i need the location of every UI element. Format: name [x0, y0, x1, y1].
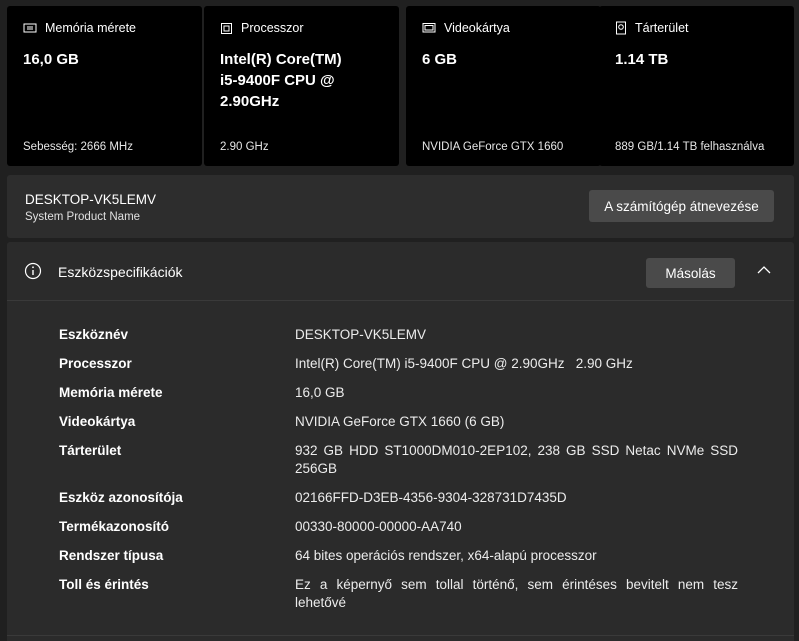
memory-card-value: 16,0 GB: [23, 51, 79, 68]
graphics-card-icon: [422, 23, 436, 33]
spec-row-device-id: Eszköz azonosítója 02166FFD-D3EB-4356-93…: [59, 489, 739, 507]
device-name: DESKTOP-VK5LEMV: [25, 192, 157, 207]
graphics-card: Videokártya 6 GB NVIDIA GeForce GTX 1660: [406, 6, 601, 166]
chevron-up-icon[interactable]: [757, 265, 771, 274]
graphics-card-sub: NVIDIA GeForce GTX 1660: [422, 141, 564, 153]
spec-label: Rendszer típusa: [59, 548, 164, 563]
memory-card-sub: Sebesség: 2666 MHz: [23, 141, 133, 153]
spec-value: 16,0 GB: [295, 385, 345, 400]
storage-card-value: 1.14 TB: [615, 51, 669, 68]
spec-label: Memória mérete: [59, 385, 163, 400]
graphics-card-header: Videokártya: [422, 21, 510, 35]
device-name-bar: DESKTOP-VK5LEMV System Product Name A sz…: [7, 175, 794, 238]
processor-card-header: Processzor: [220, 21, 304, 35]
specs-title: Eszközspecifikációk: [58, 264, 183, 280]
spec-value: 932 GB HDD ST1000DM010-2EP102, 238 GB SS…: [295, 443, 738, 476]
spec-row-product-id: Termékazonosító 00330-80000-00000-AA740: [59, 518, 739, 536]
memory-card: Memória mérete 16,0 GB Sebesség: 2666 MH…: [7, 6, 202, 166]
storage-card-sub: 889 GB/1.14 TB felhasználva: [615, 141, 765, 153]
storage-icon: [616, 21, 626, 35]
spec-value: DESKTOP-VK5LEMV: [295, 327, 427, 342]
spec-label: Tárterület: [59, 443, 122, 458]
storage-card-title: Tárterület: [635, 21, 689, 35]
storage-card-header: Tárterület: [615, 21, 689, 35]
memory-card-title: Memória mérete: [45, 21, 136, 35]
spec-row-processor: Processzor Intel(R) Core(TM) i5-9400F CP…: [59, 355, 739, 373]
spec-value: Ez a képernyő sem tollal történő, sem ér…: [295, 577, 738, 610]
memory-card-header: Memória mérete: [23, 21, 136, 35]
copy-button[interactable]: Másolás: [646, 258, 735, 288]
device-specifications-section: Eszközspecifikációk Másolás Eszköznév DE…: [7, 242, 794, 641]
spec-row-system-type: Rendszer típusa 64 bites operációs rends…: [59, 547, 739, 565]
summary-cards: Memória mérete 16,0 GB Sebesség: 2666 MH…: [7, 6, 794, 166]
info-icon: [24, 262, 42, 280]
graphics-card-value: 6 GB: [422, 51, 458, 68]
spec-row-device-name: Eszköznév DESKTOP-VK5LEMV: [59, 326, 739, 344]
rename-pc-button[interactable]: A számítógép átnevezése: [589, 190, 774, 222]
device-model: System Product Name: [25, 211, 141, 223]
spec-label: Termékazonosító: [59, 519, 170, 534]
graphics-card-title: Videokártya: [444, 21, 510, 35]
divider: [7, 635, 794, 636]
spec-label: Eszköznév: [59, 327, 129, 342]
spec-value: NVIDIA GeForce GTX 1660 (6 GB): [295, 414, 505, 429]
specs-header[interactable]: Eszközspecifikációk Másolás: [7, 242, 794, 301]
spec-list: Eszköznév DESKTOP-VK5LEMV Processzor Int…: [59, 326, 739, 623]
spec-row-storage: Tárterület 932 GB HDD ST1000DM010-2EP102…: [59, 442, 739, 478]
spec-value: 00330-80000-00000-AA740: [295, 519, 462, 534]
spec-label: Videokártya: [59, 414, 136, 429]
spec-row-graphics: Videokártya NVIDIA GeForce GTX 1660 (6 G…: [59, 413, 739, 431]
processor-card: Processzor Intel(R) Core(TM) i5-9400F CP…: [204, 6, 399, 166]
processor-card-sub: 2.90 GHz: [220, 141, 269, 153]
spec-value: 02166FFD-D3EB-4356-9304-328731D7435D: [295, 490, 567, 505]
processor-card-value: Intel(R) Core(TM) i5-9400F CPU @ 2.90GHz: [220, 51, 342, 110]
memory-icon: [23, 23, 37, 33]
spec-value: 64 bites operációs rendszer, x64-alapú p…: [295, 548, 597, 563]
spec-label: Eszköz azonosítója: [59, 490, 183, 505]
spec-label: Toll és érintés: [59, 577, 149, 592]
spec-row-memory: Memória mérete 16,0 GB: [59, 384, 739, 402]
processor-icon: [221, 22, 232, 34]
spec-row-pen-touch: Toll és érintés Ez a képernyő sem tollal…: [59, 576, 739, 612]
storage-card: Tárterület 1.14 TB 889 GB/1.14 TB felhas…: [599, 6, 794, 166]
processor-card-title: Processzor: [241, 21, 304, 35]
spec-value: Intel(R) Core(TM) i5-9400F CPU @ 2.90GHz…: [295, 356, 633, 371]
spec-label: Processzor: [59, 356, 132, 371]
